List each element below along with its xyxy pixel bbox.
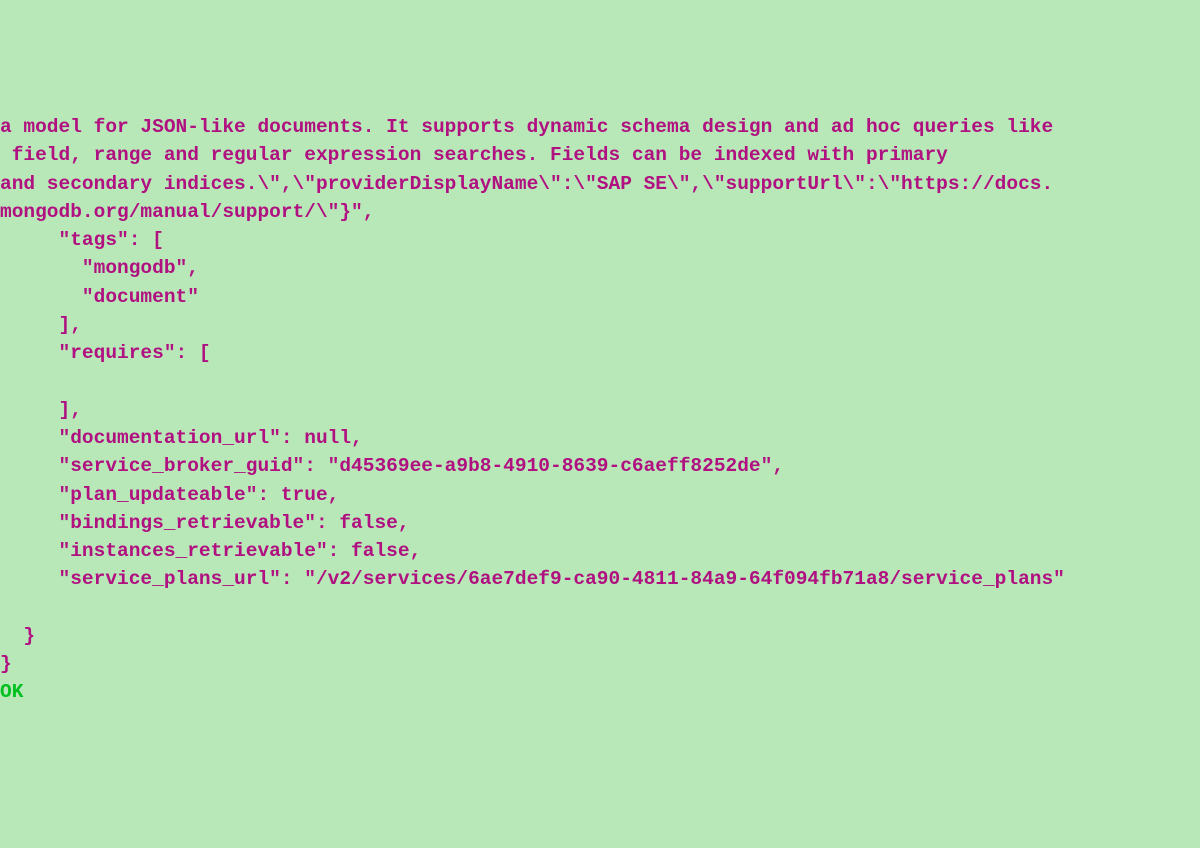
status-ok: OK <box>0 681 23 703</box>
json-service-plans-url: "service_plans_url": "/v2/services/6ae7d… <box>0 568 1065 590</box>
json-requires-close: ], <box>0 399 82 421</box>
json-close-outer: } <box>0 653 12 675</box>
json-line-2: field, range and regular expression sear… <box>0 144 948 166</box>
json-line-4: mongodb.org/manual/support/\"}", <box>0 201 374 223</box>
json-documentation-url: "documentation_url": null, <box>0 427 363 449</box>
json-plan-updateable: "plan_updateable": true, <box>0 484 339 506</box>
json-tag-1: "mongodb", <box>0 257 199 279</box>
json-line-1: a model for JSON-like documents. It supp… <box>0 116 1053 138</box>
terminal-output: a model for JSON-like documents. It supp… <box>0 113 1200 707</box>
json-tags-close: ], <box>0 314 82 336</box>
json-bindings-retrievable: "bindings_retrievable": false, <box>0 512 410 534</box>
json-line-3: and secondary indices.\",\"providerDispl… <box>0 173 1053 195</box>
json-service-broker-guid: "service_broker_guid": "d45369ee-a9b8-49… <box>0 455 784 477</box>
json-close-inner: } <box>0 625 35 647</box>
json-tag-2: "document" <box>0 286 199 308</box>
json-tags-open: "tags": [ <box>0 229 164 251</box>
json-instances-retrievable: "instances_retrievable": false, <box>0 540 421 562</box>
json-requires-open: "requires": [ <box>0 342 211 364</box>
